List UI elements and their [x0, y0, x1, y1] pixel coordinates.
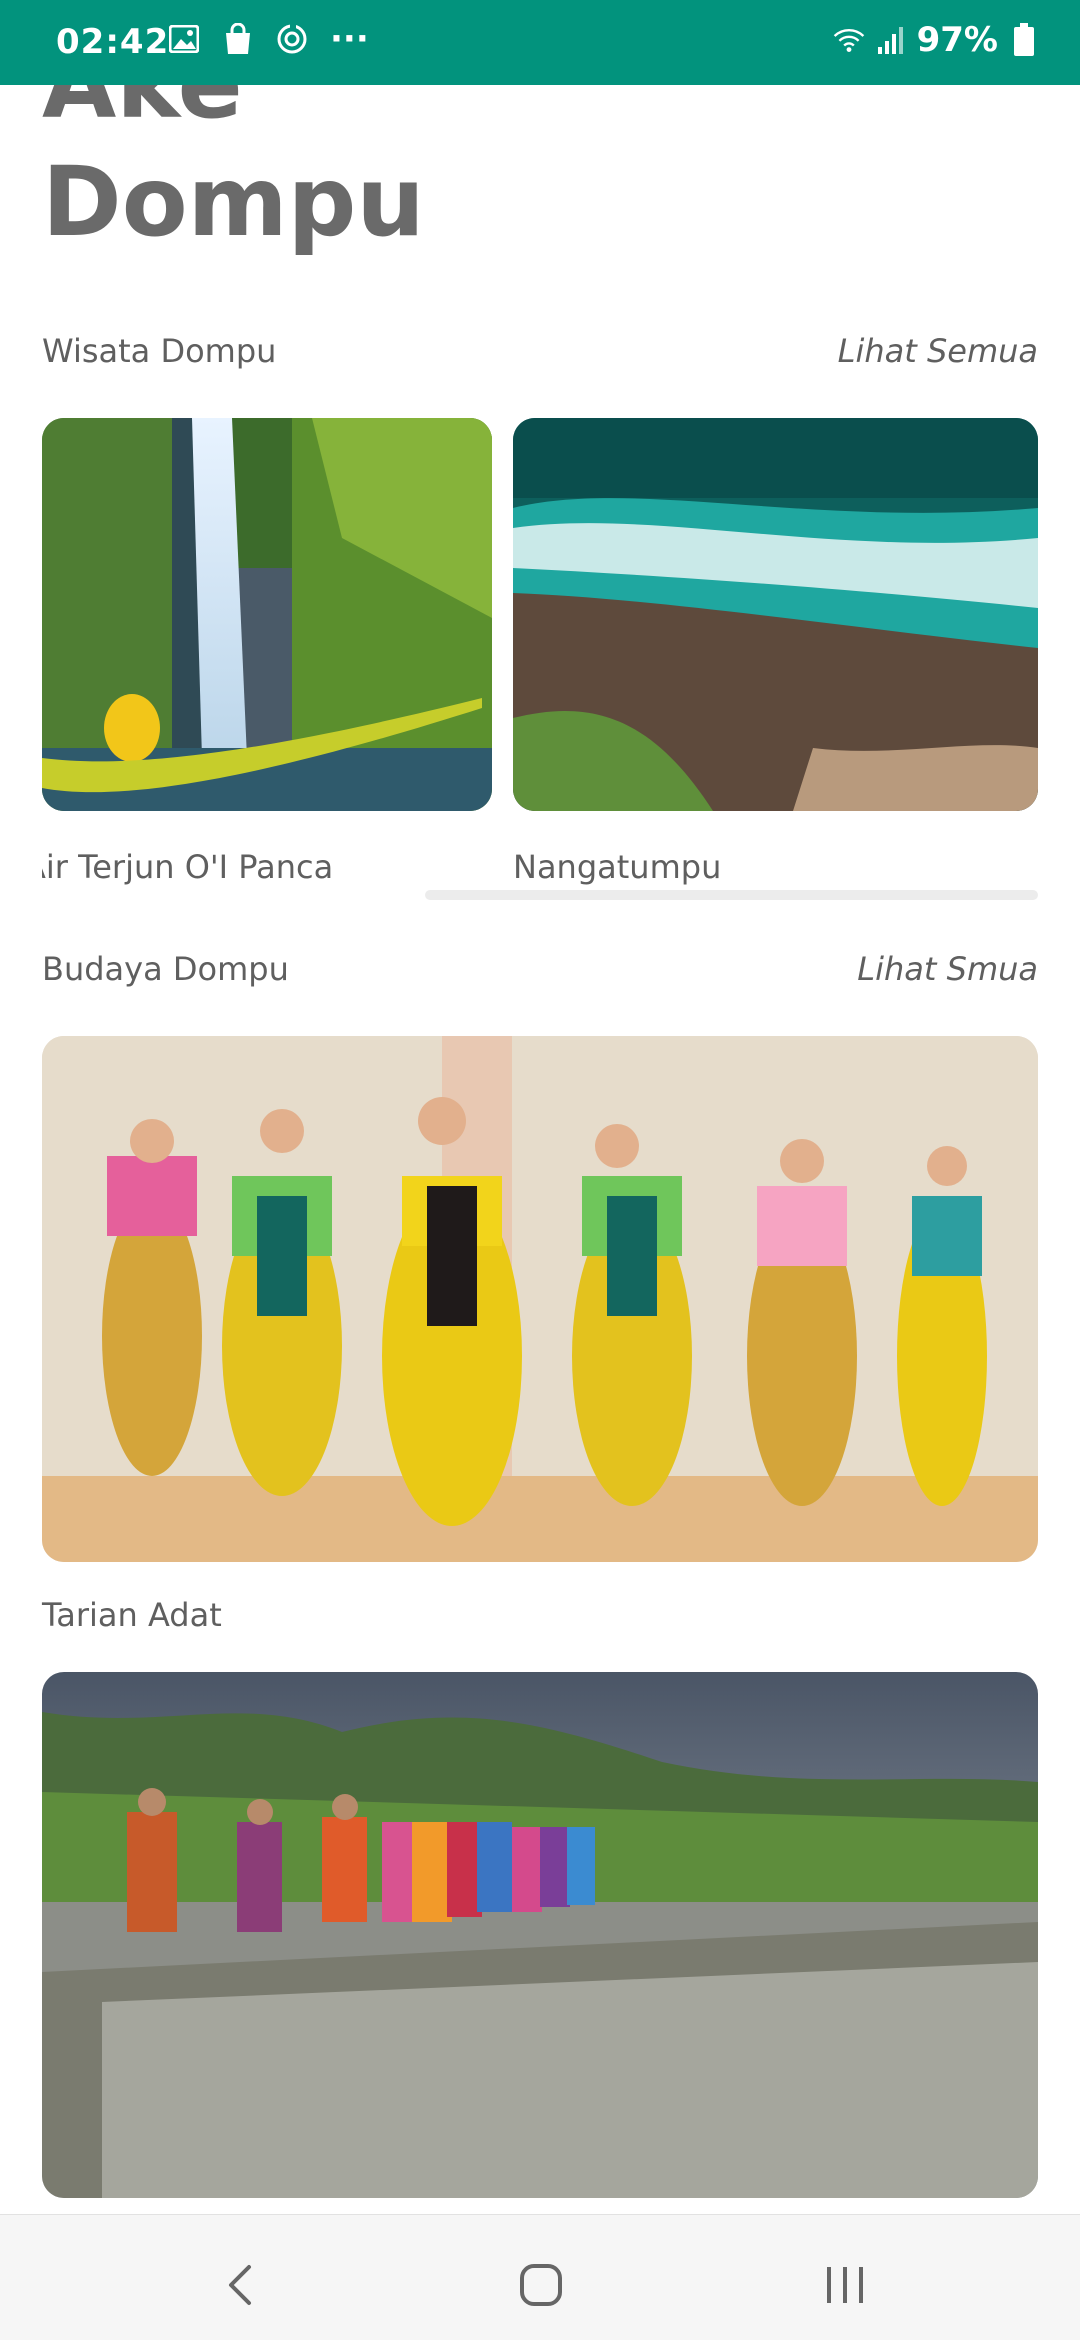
carousel-scrollbar — [425, 890, 1038, 900]
wisata-card-label: Nangatumpu — [513, 848, 722, 886]
shopping-bag-icon — [222, 22, 254, 56]
recents-icon[interactable] — [815, 2255, 875, 2315]
river-image[interactable] — [42, 1672, 1038, 2198]
more-notifications: ··· — [330, 19, 369, 59]
budaya-item-label: Tarian Adat — [42, 1596, 222, 1634]
wisata-carousel[interactable]: Air Terjun O'I Panca Nangatumpu — [42, 418, 1038, 888]
sync-icon — [276, 22, 308, 56]
coast-image[interactable] — [513, 418, 1038, 811]
dance-image[interactable] — [42, 1036, 1038, 1562]
navigation-bar — [0, 2214, 1080, 2340]
status-bar: 02:42 ··· 97% — [0, 0, 1080, 85]
page-title: Ake Dompu — [0, 85, 1080, 305]
wisata-header: Wisata Dompu Lihat Semua — [42, 332, 1038, 370]
back-icon[interactable] — [210, 2255, 270, 2315]
waterfall-image[interactable] — [42, 418, 492, 811]
home-icon[interactable] — [511, 2255, 571, 2315]
wisata-heading: Wisata Dompu — [42, 332, 277, 370]
status-time: 02:42 — [56, 22, 170, 62]
status-system: 97% — [833, 20, 1040, 60]
budaya-header: Budaya Dompu Lihat Smua — [42, 950, 1038, 988]
battery-percent: 97% — [916, 20, 998, 60]
wifi-icon — [833, 23, 865, 57]
wisata-see-all-link[interactable]: Lihat Semua — [838, 332, 1038, 370]
budaya-heading: Budaya Dompu — [42, 950, 289, 988]
title-line-2: Dompu — [42, 146, 425, 258]
budaya-see-all-link[interactable]: Lihat Smua — [857, 950, 1038, 988]
signal-icon — [875, 23, 907, 57]
gallery-icon — [168, 22, 200, 56]
title-line-1: Ake — [42, 85, 425, 143]
status-notifications: ··· — [168, 22, 369, 56]
wisata-card-label: Air Terjun O'I Panca — [42, 848, 334, 886]
battery-icon — [1008, 23, 1040, 57]
